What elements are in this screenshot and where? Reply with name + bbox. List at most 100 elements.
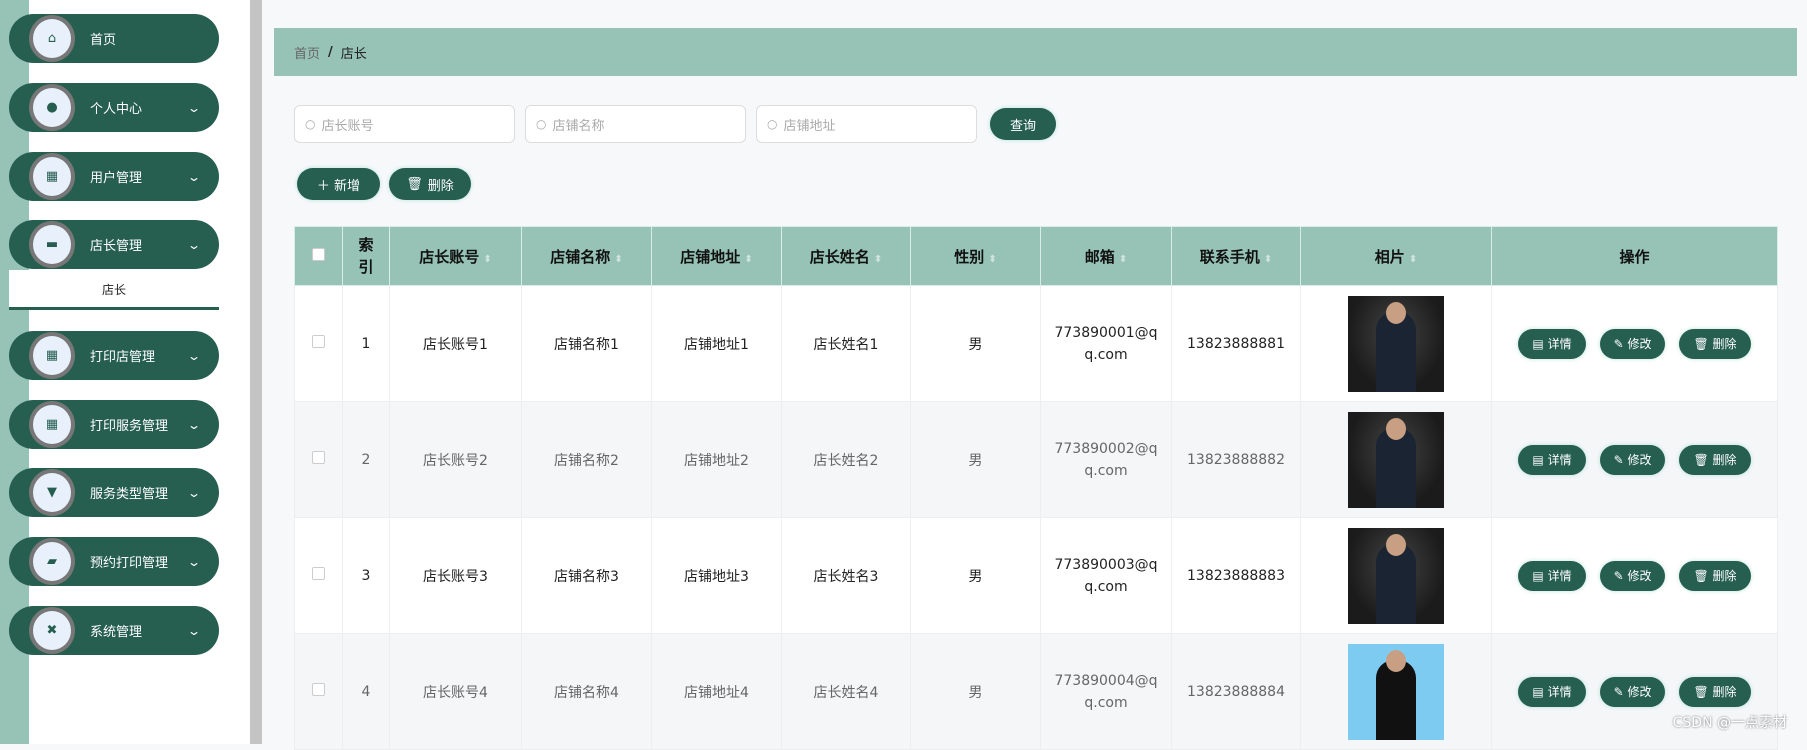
- sort-icon[interactable]: ⬍: [614, 254, 622, 265]
- edit-label: 修改: [1627, 336, 1652, 351]
- sidebar-item-label: 系统管理: [90, 625, 143, 640]
- submenu-item-shopkeeper[interactable]: 店长: [9, 270, 219, 310]
- cell-name: 店长姓名3: [781, 517, 911, 634]
- home-icon: ⌂: [29, 15, 75, 62]
- grid-icon: ▦: [29, 401, 75, 448]
- placeholder: 店长账号: [321, 118, 374, 134]
- edit-label: 修改: [1627, 684, 1652, 699]
- column-header[interactable]: 店长姓名 ⬍: [781, 226, 911, 286]
- pencil-icon: ✎: [1613, 568, 1628, 583]
- cell-name: 店长姓名1: [781, 285, 911, 402]
- row-checkbox[interactable]: [294, 517, 343, 634]
- delete-button[interactable]: 🗑 删除: [1679, 444, 1751, 475]
- pencil-icon: ✎: [1613, 684, 1628, 699]
- shopkeeper-photo[interactable]: [1348, 411, 1444, 508]
- cell-phone: 13823888881: [1171, 285, 1301, 402]
- delete-button[interactable]: 🗑 删除: [1679, 560, 1751, 591]
- edit-button[interactable]: ✎ 修改: [1599, 444, 1666, 475]
- sidebar-item-5[interactable]: ▦ 打印服务管理 ⌄: [9, 400, 219, 449]
- breadcrumb: 首页 / 店长: [274, 28, 1797, 76]
- select-all-checkbox[interactable]: [294, 226, 343, 286]
- sort-icon[interactable]: ⬍: [1264, 254, 1272, 265]
- delete-button[interactable]: 🗑 删除: [1679, 328, 1751, 359]
- sort-icon[interactable]: ⬍: [1119, 254, 1127, 265]
- column-header[interactable]: 相片 ⬍: [1300, 226, 1492, 286]
- sidebar-item-label: 用户管理: [90, 171, 143, 186]
- shopkeeper-photo[interactable]: [1348, 295, 1444, 392]
- briefcase-icon: ▬: [29, 221, 75, 268]
- column-header[interactable]: 店铺地址 ⬍: [651, 226, 782, 286]
- detail-button[interactable]: ▤ 详情: [1518, 328, 1586, 359]
- column-header[interactable]: 店铺名称 ⬍: [521, 226, 652, 286]
- row-checkbox[interactable]: [294, 285, 343, 402]
- batch-delete-button[interactable]: 🗑 删除: [389, 168, 471, 200]
- column-header[interactable]: 店长账号 ⬍: [389, 226, 522, 286]
- watermark: CSDN @一点素材: [1672, 715, 1787, 731]
- document-icon: ▤: [1532, 568, 1548, 583]
- account-search-input[interactable]: ○ 店长账号: [294, 105, 515, 143]
- breadcrumb-separator: /: [328, 44, 333, 60]
- cell-gender: 男: [910, 285, 1041, 402]
- search-icon: ○: [305, 117, 316, 131]
- trash-icon: 🗑: [1693, 452, 1713, 467]
- shopkeeper-table: 索引 店长账号 ⬍ 店铺名称 ⬍ 店铺地址 ⬍ 店长姓名 ⬍ 性别 ⬍ 邮箱 ⬍ 联系手机 ⬍ 相片 ⬍ 操作 1…: [294, 226, 1778, 750]
- detail-button[interactable]: ▤ 详情: [1518, 444, 1586, 475]
- cell-address: 店铺地址1: [651, 285, 782, 402]
- sidebar-item-label: 打印服务管理: [90, 419, 169, 434]
- sort-icon[interactable]: ⬍: [483, 254, 491, 265]
- search-icon: ○: [536, 117, 547, 131]
- table-row: 4 店长账号4 店铺名称4 店铺地址4 店长姓名4 男 773890004@qq.com 13…: [294, 633, 1778, 750]
- edit-button[interactable]: ✎ 修改: [1599, 328, 1666, 359]
- sort-icon[interactable]: ⬍: [988, 254, 996, 265]
- user-icon: ●: [29, 84, 75, 131]
- sidebar-item-6[interactable]: ▼ 服务类型管理 ⌄: [9, 468, 219, 517]
- header-label: 店长姓名: [809, 247, 870, 266]
- detail-button[interactable]: ▤ 详情: [1518, 560, 1586, 591]
- chevron-down-icon: ⌄: [186, 623, 202, 638]
- cell-address: 店铺地址3: [651, 517, 782, 634]
- row-checkbox[interactable]: [294, 633, 343, 750]
- cell-address: 店铺地址2: [651, 401, 782, 518]
- cell-account: 店长账号3: [389, 517, 522, 634]
- delete-label: 删除: [1712, 568, 1737, 583]
- column-header[interactable]: 性别 ⬍: [910, 226, 1041, 286]
- sort-icon[interactable]: ⬍: [744, 254, 752, 265]
- address-search-input[interactable]: ○ 店铺地址: [756, 105, 977, 143]
- sidebar-item-7[interactable]: ▰ 预约打印管理 ⌄: [9, 537, 219, 586]
- query-button[interactable]: 查询: [990, 108, 1056, 140]
- delete-button[interactable]: 🗑 删除: [1679, 676, 1751, 707]
- shop-name-search-input[interactable]: ○ 店铺名称: [525, 105, 746, 143]
- wallet-icon: ▰: [29, 538, 75, 585]
- sort-icon[interactable]: ⬍: [874, 254, 882, 265]
- shopkeeper-photo[interactable]: [1348, 643, 1444, 740]
- sidebar-item-8[interactable]: ✖ 系统管理 ⌄: [9, 606, 219, 655]
- cell-name: 店长姓名4: [781, 633, 911, 750]
- sidebar-item-1[interactable]: ● 个人中心 ⌄: [9, 83, 219, 132]
- sidebar-item-0[interactable]: ⌂ 首页: [9, 14, 219, 63]
- header-label: 索引: [358, 236, 374, 276]
- add-button[interactable]: ＋ 新增: [297, 168, 380, 200]
- cell-index: 3: [342, 517, 390, 634]
- sort-icon[interactable]: ⬍: [1409, 254, 1417, 265]
- column-header[interactable]: 联系手机 ⬍: [1171, 226, 1301, 286]
- sidebar-item-3[interactable]: ▬ 店长管理 ⌄: [9, 220, 219, 269]
- sidebar-item-2[interactable]: ▦ 用户管理 ⌄: [9, 152, 219, 201]
- cell-name: 店长姓名2: [781, 401, 911, 518]
- delete-label: 删除: [1712, 684, 1737, 699]
- cell-shop: 店铺名称3: [521, 517, 652, 634]
- sidebar-item-label: 店长管理: [90, 239, 143, 254]
- shopkeeper-photo[interactable]: [1348, 527, 1444, 624]
- trash-icon: 🗑: [1693, 684, 1713, 699]
- sidebar-item-4[interactable]: ▦ 打印店管理 ⌄: [9, 331, 219, 380]
- table-row: 3 店长账号3 店铺名称3 店铺地址3 店长姓名3 男 773890003@qq.com 13…: [294, 517, 1778, 634]
- column-header[interactable]: 邮箱 ⬍: [1040, 226, 1172, 286]
- breadcrumb-home[interactable]: 首页: [294, 43, 320, 62]
- pencil-icon: ✎: [1613, 452, 1628, 467]
- row-checkbox[interactable]: [294, 401, 343, 518]
- edit-button[interactable]: ✎ 修改: [1599, 676, 1666, 707]
- detail-button[interactable]: ▤ 详情: [1518, 676, 1586, 707]
- cell-email: 773890003@qq.com: [1040, 517, 1172, 634]
- detail-label: 详情: [1547, 568, 1572, 583]
- sidebar-scrollbar[interactable]: [250, 0, 262, 744]
- edit-button[interactable]: ✎ 修改: [1599, 560, 1666, 591]
